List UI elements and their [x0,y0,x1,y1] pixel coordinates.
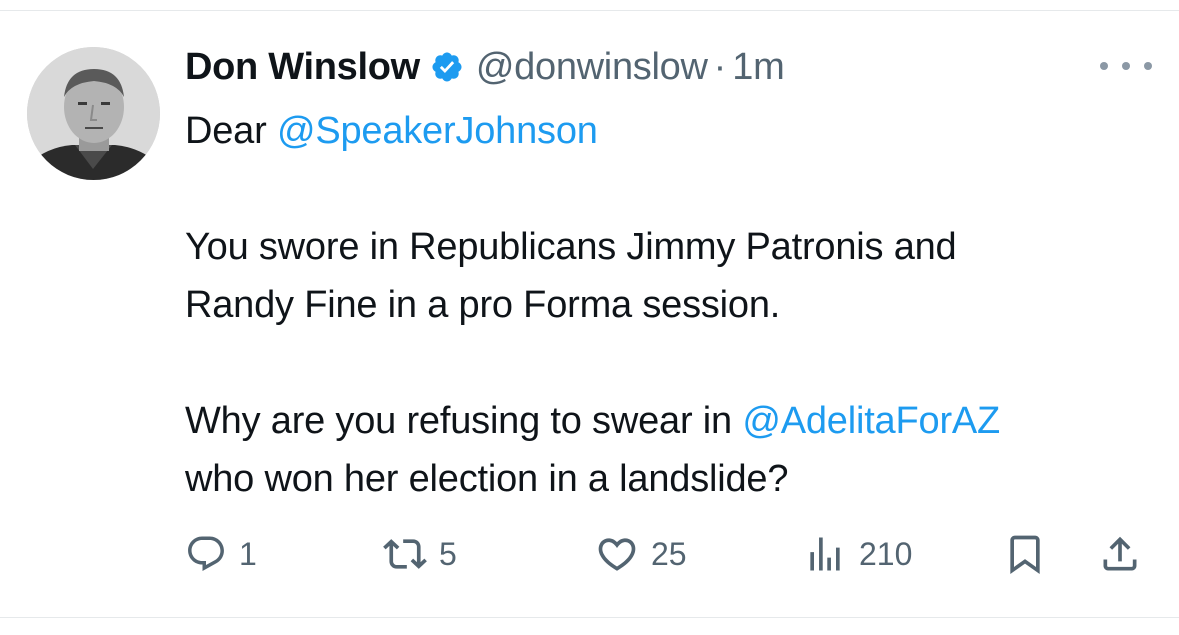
tweet-line: You swore in Republicans Jimmy Patronis … [185,226,957,268]
more-dot [1144,62,1152,70]
views-button[interactable]: 210 [803,524,912,584]
heart-icon [595,532,639,576]
tweet-line: who won her election in a landslide? [185,458,789,500]
views-chart-icon [803,532,847,576]
bookmark-icon [1003,532,1047,576]
reply-button[interactable]: 1 [185,524,257,584]
more-dot [1122,62,1130,70]
tweet-text: Dear @SpeakerJohnson You swore in Republ… [185,102,1160,508]
author-name[interactable]: Don Winslow [185,46,420,89]
reply-count: 1 [239,535,257,572]
header-separator: · [713,45,727,88]
tweet-header: Don Winslow @donwinslow · 1m [185,44,785,90]
like-button[interactable]: 25 [595,524,687,584]
top-divider [0,10,1179,11]
tweet-text-segment: Dear [185,110,277,152]
repost-count: 5 [439,535,457,572]
timestamp[interactable]: 1m [732,46,785,89]
more-options-icon[interactable] [1100,56,1152,76]
verified-badge-icon [430,50,464,84]
reply-icon [185,533,227,575]
bottom-divider [0,617,1179,618]
repost-icon [383,532,427,576]
tweet-line: Dear @SpeakerJohnson [185,102,1160,160]
avatar[interactable] [27,47,160,180]
tweet-text-segment: Why are you refusing to swear in [185,400,743,442]
mention-link[interactable]: @SpeakerJohnson [277,110,598,152]
avatar-photo [27,47,160,180]
mention-link[interactable]: @AdelitaForAZ [742,400,1000,442]
share-icon [1098,532,1142,576]
author-handle[interactable]: @donwinslow [476,46,708,89]
like-count: 25 [651,535,687,572]
action-bar: 1 5 25 210 [185,524,1160,584]
bookmark-button[interactable] [1003,524,1047,584]
tweet-line: Why are you refusing to swear in @Adelit… [185,392,1160,450]
views-count: 210 [859,535,913,572]
repost-button[interactable]: 5 [383,524,457,584]
share-button[interactable] [1098,524,1142,584]
tweet-line: Randy Fine in a pro Forma session. [185,284,781,326]
more-dot [1100,62,1108,70]
